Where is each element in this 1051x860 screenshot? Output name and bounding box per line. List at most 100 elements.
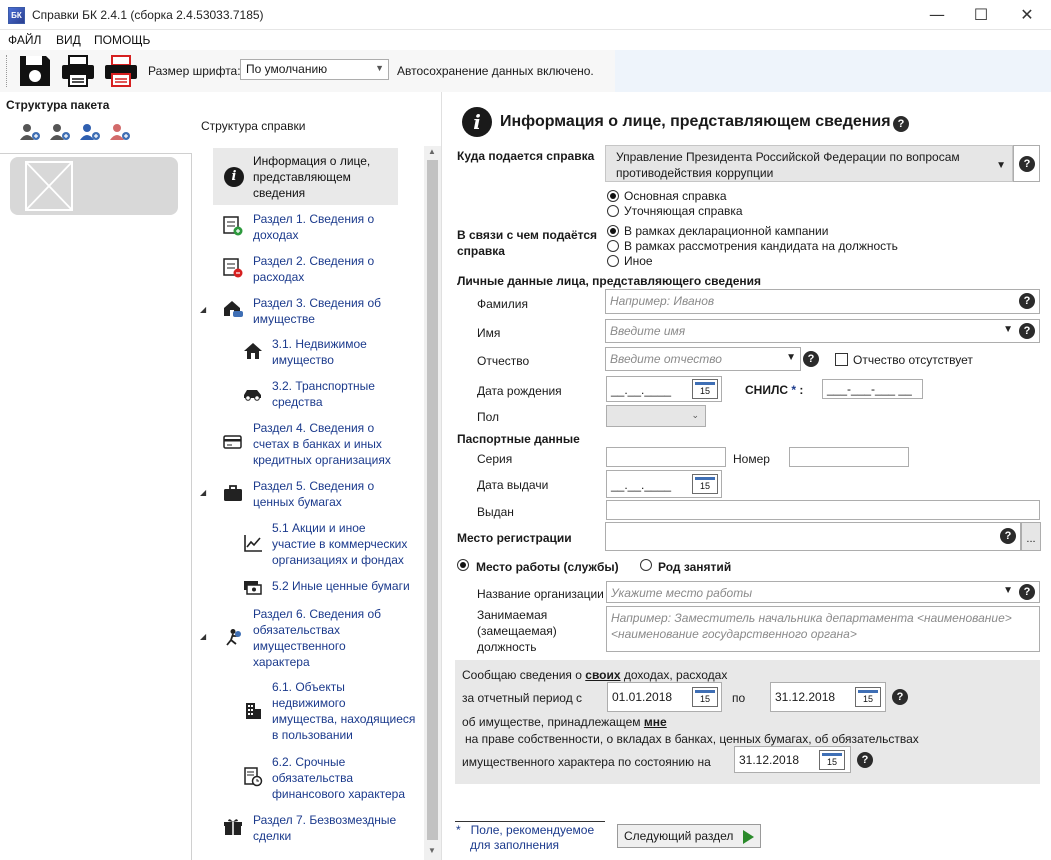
tree-item-section2[interactable]: Раздел 2. Сведения о расходах (253, 253, 374, 285)
tree-item-section3[interactable]: Раздел 3. Сведения об имуществе (253, 295, 381, 327)
tree-item-label: участие в коммерческих (272, 537, 408, 551)
menu-help[interactable]: ПОМОЩЬ (94, 33, 150, 47)
help-icon[interactable]: ? (1019, 323, 1035, 339)
snils-input[interactable]: ___-___-___ __ (822, 379, 923, 399)
tree-item-section6-1[interactable]: 6.1. Объекты недвижимого имущества, нахо… (272, 679, 415, 743)
dest-label: Куда подается справка (457, 149, 595, 163)
collapse-arrow-icon[interactable]: ◢ (200, 632, 206, 641)
scroll-down-icon[interactable]: ▼ (428, 846, 436, 855)
tree-item-section3-2[interactable]: 3.2. Транспортные средства (272, 378, 375, 410)
close-button[interactable]: ✕ (1004, 0, 1050, 30)
calendar-icon[interactable]: 15 (819, 750, 845, 770)
save-icon[interactable] (17, 53, 53, 89)
tree-item-section5-2[interactable]: 5.2 Иные ценные бумаги (272, 578, 410, 594)
period-from-value: 01.01.2018 (612, 690, 673, 704)
radio-occupation[interactable] (640, 559, 652, 571)
gender-select[interactable]: ⌄ (606, 405, 706, 427)
chevron-down-icon: ▼ (1003, 324, 1013, 335)
tree-item-section5[interactable]: Раздел 5. Сведения о ценных бумагах (253, 478, 374, 510)
add-minor-icon[interactable] (108, 122, 132, 142)
radio-other[interactable] (607, 255, 619, 267)
next-section-button[interactable]: Следующий раздел (617, 824, 761, 848)
registration-input[interactable] (605, 522, 1021, 551)
tree-item-section4[interactable]: Раздел 4. Сведения о счетах в банках и и… (253, 420, 391, 468)
org-name-input[interactable]: Укажите место работы ▼ (606, 581, 1040, 603)
print-preview-icon[interactable] (103, 53, 139, 89)
menu-view[interactable]: ВИД (56, 33, 81, 47)
radio-label: Уточняющая справка (624, 204, 743, 218)
radio-corrective-report[interactable] (607, 205, 619, 217)
radio-work-place[interactable] (457, 559, 469, 571)
font-size-select[interactable]: По умолчанию ▼ (240, 59, 389, 80)
calendar-icon[interactable]: 15 (692, 474, 718, 494)
tree-item-label: 6.1. Объекты (272, 680, 345, 694)
calendar-icon[interactable]: 15 (692, 379, 718, 399)
building-icon (246, 703, 261, 719)
calendar-icon[interactable]: 15 (855, 687, 881, 707)
scroll-thumb[interactable] (427, 160, 438, 840)
help-icon[interactable]: ? (1000, 528, 1016, 544)
calendar-icon[interactable]: 15 (692, 687, 718, 707)
collapse-arrow-icon[interactable]: ◢ (200, 488, 206, 497)
menu-file[interactable]: ФАЙЛ (8, 33, 41, 47)
tree-item-section5-1[interactable]: 5.1 Акции и иное участие в коммерческих … (272, 520, 407, 568)
help-icon[interactable]: ? (1019, 584, 1035, 600)
position-input[interactable]: Например: Заместитель начальника департа… (606, 606, 1040, 652)
app-icon: БК (8, 7, 25, 24)
add-person-icon[interactable] (18, 122, 42, 142)
dest-value: Управление Президента Российской Федерац… (616, 150, 960, 164)
surname-placeholder: Например: Иванов (610, 294, 715, 308)
help-icon[interactable]: ? (893, 116, 909, 132)
house-icon (244, 343, 262, 359)
help-icon[interactable]: ? (1019, 293, 1035, 309)
tree-item-section6[interactable]: Раздел 6. Сведения об обязательствах иму… (253, 606, 381, 670)
chevron-down-icon: ▼ (1003, 585, 1013, 596)
patronymic-input[interactable]: Введите отчество ▼ (605, 347, 801, 371)
add-spouse-icon[interactable] (48, 122, 72, 142)
property-icon (224, 301, 243, 317)
toolbar-empty-area (615, 50, 1051, 92)
help-icon[interactable]: ? (857, 752, 873, 768)
no-patronymic-checkbox[interactable] (835, 353, 848, 366)
issued-by-label: Выдан (477, 505, 514, 519)
number-input[interactable] (789, 447, 909, 467)
scroll-up-icon[interactable]: ▲ (428, 147, 436, 156)
period-text: Сообщаю сведения о (462, 668, 586, 682)
series-input[interactable] (606, 447, 726, 467)
tree-item-info[interactable]: Информация о лице, представляющем сведен… (253, 153, 370, 201)
period-line1: Сообщаю сведения о своих доходах, расход… (462, 668, 727, 682)
name-input[interactable]: Введите имя ▼ (605, 319, 1040, 343)
tree-item-section7[interactable]: Раздел 7. Безвозмездные сделки (253, 812, 396, 844)
name-placeholder: Введите имя (610, 324, 686, 338)
print-icon[interactable] (60, 53, 96, 89)
help-icon[interactable]: ? (892, 689, 908, 705)
tree-item-label: 5.2 Иные ценные бумаги (272, 579, 410, 593)
maximize-button[interactable]: ☐ (958, 0, 1004, 30)
help-icon[interactable]: ? (1019, 156, 1035, 172)
play-arrow-icon (743, 830, 754, 844)
font-size-value: По умолчанию (246, 62, 328, 76)
surname-input[interactable]: Например: Иванов (605, 289, 1040, 314)
help-icon[interactable]: ? (803, 351, 819, 367)
tree-item-label: финансового характера (272, 787, 406, 801)
radio-declaration-campaign[interactable] (607, 225, 619, 237)
tree-scrollbar[interactable]: ▲ ▼ (424, 146, 441, 860)
add-child-icon[interactable] (78, 122, 102, 142)
expenses-icon (223, 258, 243, 278)
tree-item-section3-1[interactable]: 3.1. Недвижимое имущество (272, 336, 367, 368)
position-label-line: должность (477, 640, 537, 654)
tree-item-section6-2[interactable]: 6.2. Срочные обязательства финансового х… (272, 754, 405, 802)
toolbar-grip (6, 55, 10, 87)
registration-browse-button[interactable]: ... (1021, 522, 1041, 551)
radio-main-report[interactable] (607, 190, 619, 202)
collapse-arrow-icon[interactable]: ◢ (200, 305, 206, 314)
dest-select[interactable]: Управление Президента Российской Федерац… (605, 145, 1013, 182)
period-line2: за отчетный период с (462, 691, 583, 705)
radio-candidate[interactable] (607, 240, 619, 252)
issued-by-input[interactable] (606, 500, 1040, 520)
dest-value: противодействия коррупции (616, 166, 774, 180)
minimize-button[interactable]: — (914, 0, 960, 30)
tree-item-label: в пользовании (272, 728, 353, 742)
tree-item-section1[interactable]: Раздел 1. Сведения о доходах (253, 211, 374, 243)
page-title: Информация о лице, представляющем сведен… (500, 113, 891, 130)
